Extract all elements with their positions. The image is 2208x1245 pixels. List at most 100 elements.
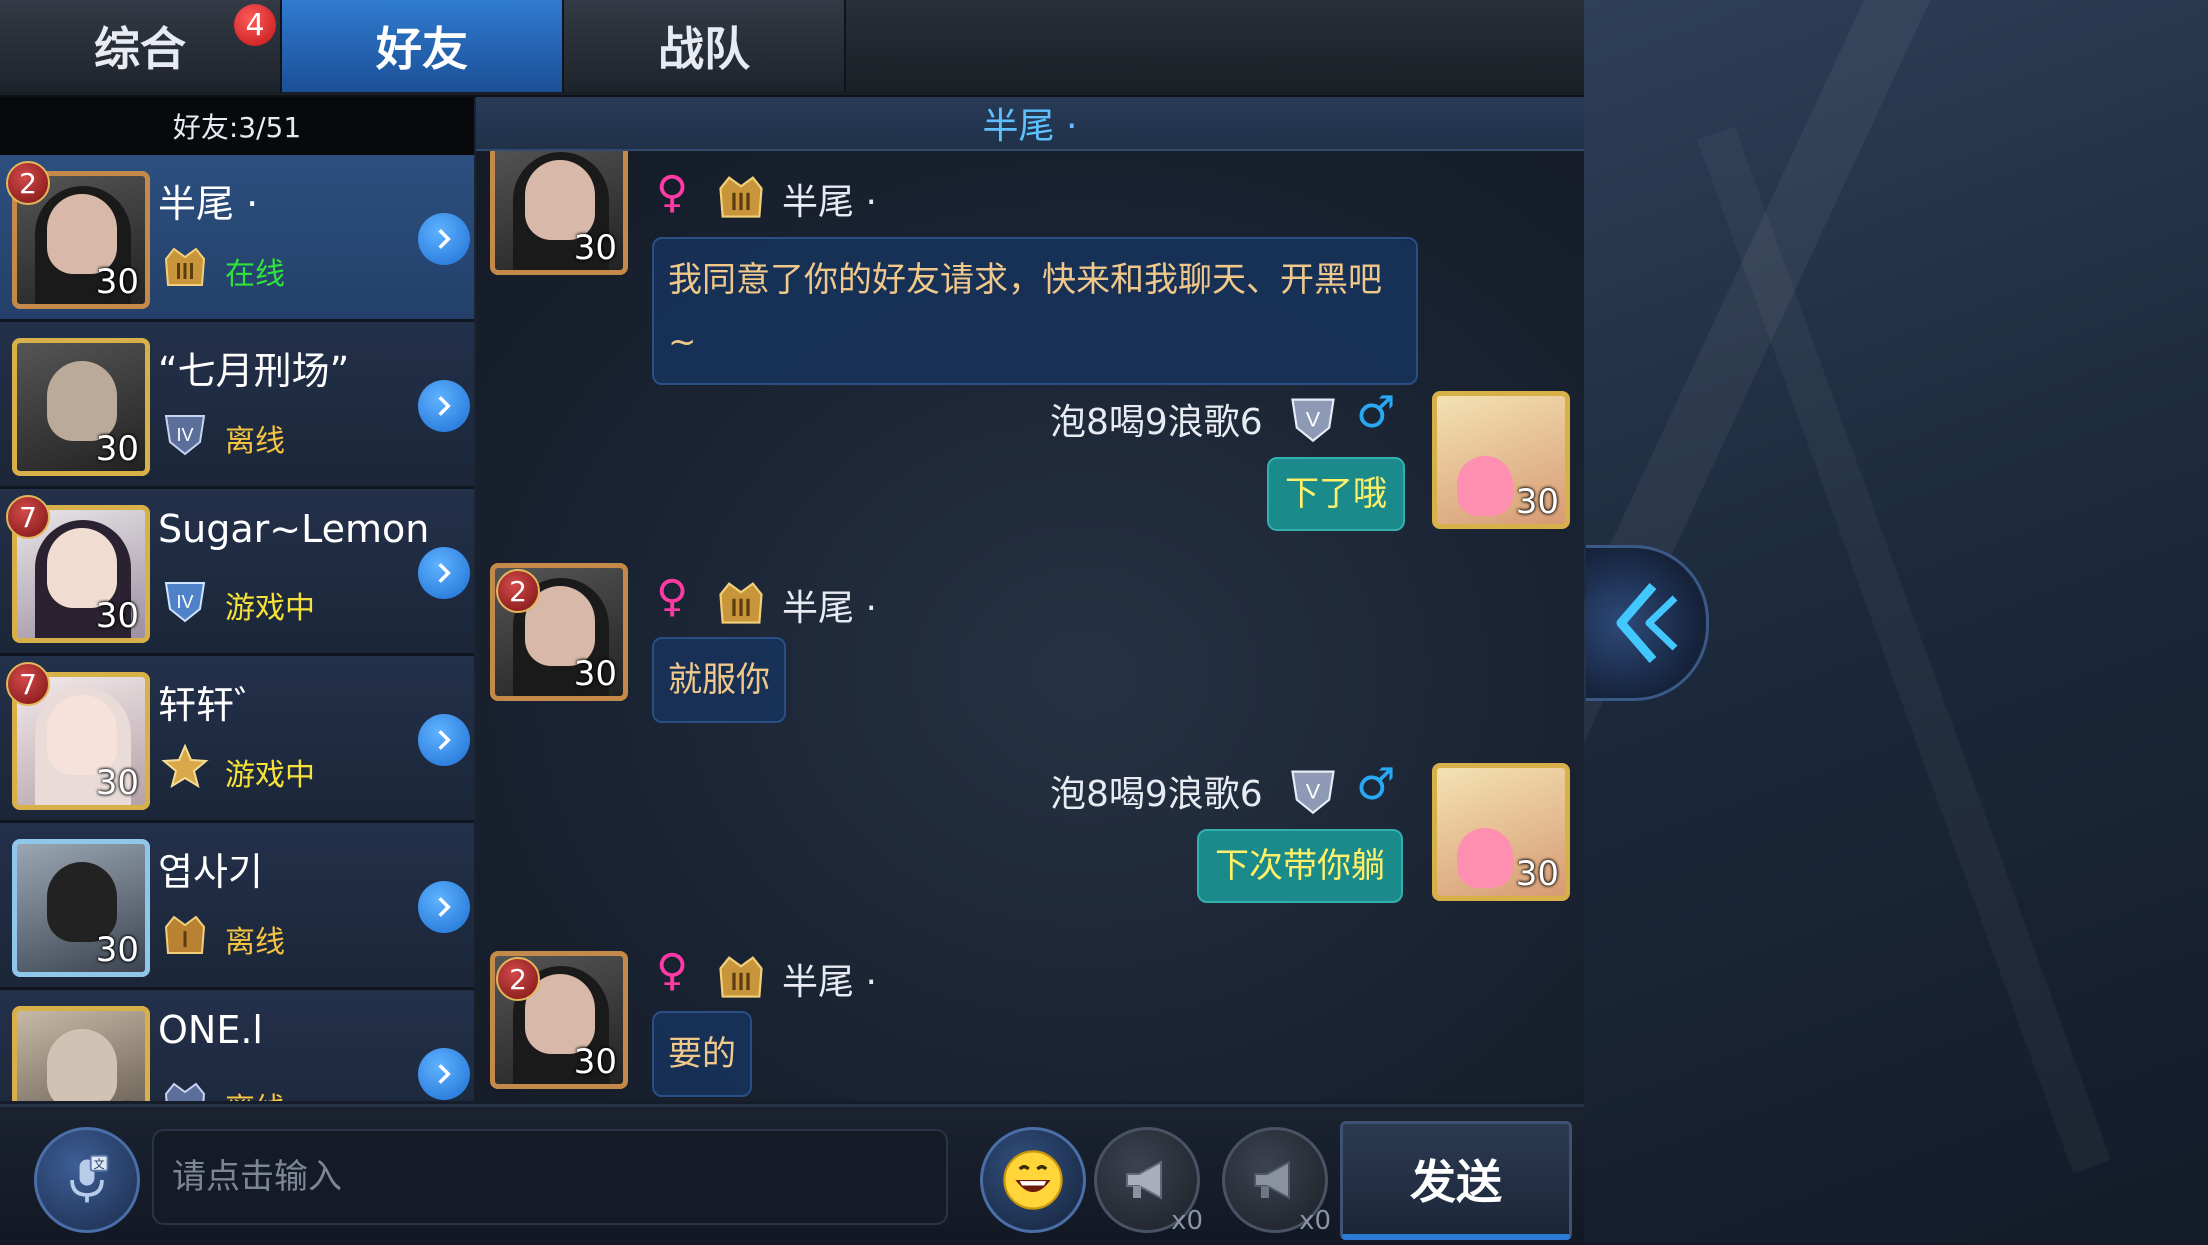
svg-text:文: 文 [94, 1157, 105, 1171]
status-text: 游戏中 [225, 758, 315, 793]
notification-badge: 4 [234, 4, 276, 46]
avatar: 30 [12, 338, 150, 476]
tab-label: 综合 [94, 22, 186, 76]
level-label: 30 [95, 262, 139, 302]
friend-name: Sugar~Lemon [158, 507, 430, 551]
message-bubble: 要的 [652, 1011, 752, 1097]
send-button[interactable]: 发送 [1340, 1121, 1572, 1240]
tier-crown-icon [164, 1082, 206, 1101]
sender-avatar[interactable]: 30 [1432, 763, 1572, 903]
sender-avatar[interactable]: 2 30 [490, 563, 630, 703]
chevron-right-icon[interactable] [418, 714, 470, 766]
chevron-right-icon[interactable] [418, 547, 470, 599]
status-text: 离线 [225, 1084, 285, 1101]
megaphone-icon [1254, 1160, 1290, 1200]
tier-shield-icon: V [1291, 770, 1335, 815]
double-chevron-left-icon [1616, 583, 1678, 663]
tab-bar: 综合 4 好友 战队 [0, 0, 1584, 98]
input-bar: 文 x0 x0 发送 [0, 1104, 1584, 1245]
rank-badge: 2 [496, 957, 540, 1001]
friend-name: ONE.l [158, 1008, 263, 1052]
tier-crown-icon [719, 956, 763, 998]
tier-shield-icon: IV [164, 582, 206, 623]
tab-team[interactable]: 战队 [564, 0, 846, 92]
status-text: 在线 [225, 257, 285, 292]
tier-crown-icon [164, 915, 206, 954]
sender-avatar[interactable]: 30 [490, 151, 630, 277]
tab-general[interactable]: 综合 4 [0, 0, 282, 92]
friend-item[interactable]: 7 30 Sugar~Lemon IV 游戏中 [0, 489, 474, 656]
sender-name: 泡8喝9浪歌6 [1050, 402, 1263, 443]
female-icon: ♀ [656, 167, 689, 218]
tier-crown-icon [719, 176, 763, 218]
tab-label: 好友 [376, 22, 468, 76]
sender-avatar[interactable]: 30 [1432, 391, 1572, 531]
avatar-face [1457, 828, 1513, 888]
friend-name: 엽사기 [158, 850, 263, 894]
horn-button[interactable]: x0 [1094, 1127, 1203, 1236]
tier-shield-icon: IV [164, 415, 206, 456]
tier-star-icon [161, 743, 209, 789]
message-bubble: 下了哦 [1267, 457, 1405, 531]
emoji-button[interactable] [980, 1127, 1086, 1233]
sender-name: 半尾 · [782, 182, 877, 223]
chevron-right-icon[interactable] [418, 380, 470, 432]
sender-avatar[interactable]: 2 30 [490, 951, 630, 1091]
level-label: 30 [573, 1042, 617, 1082]
rank-badge: 2 [6, 161, 50, 205]
tier-shield-icon: V [1291, 398, 1335, 443]
friend-name: 半尾 · [158, 182, 259, 226]
level-label: 30 [573, 654, 617, 694]
male-icon: ♂ [1356, 759, 1396, 810]
avatar: 30 [490, 151, 628, 275]
rank-badge: 7 [6, 495, 50, 539]
female-icon: ♀ [656, 571, 689, 622]
avatar: 30 [1432, 391, 1570, 529]
friend-item[interactable]: 30 엽사기 离线 [0, 823, 474, 990]
friend-list: 好友:3/51 2 30 半尾 · 在线 30 “七月刑场” IV 离线 7 3… [0, 97, 474, 1101]
level-label: 30 [1515, 854, 1559, 894]
friend-count: 好友:3/51 [0, 97, 474, 155]
megaphone-icon [1126, 1160, 1162, 1200]
status-text: 离线 [225, 925, 285, 960]
chat-messages: 30 ♀ 半尾 · 我同意了你的好友请求，快来和我聊天、开黑吧~ 泡8喝9浪歌6… [476, 151, 1584, 1101]
sender-name: 半尾 · [782, 962, 877, 1003]
friend-item[interactable]: 30 “七月刑场” IV 离线 [0, 322, 474, 489]
message-bubble: 我同意了你的好友请求，快来和我聊天、开黑吧~ [652, 237, 1418, 385]
avatar-face [1457, 456, 1513, 516]
level-label: 30 [96, 1097, 139, 1101]
male-icon: ♂ [1356, 387, 1396, 438]
svg-text:IV: IV [176, 592, 193, 612]
sender-name: 泡8喝9浪歌6 [1050, 774, 1263, 815]
svg-text:IV: IV [176, 425, 193, 445]
microphone-translate-icon: 文 [70, 1154, 109, 1203]
level-label: 30 [95, 429, 139, 469]
chevron-right-icon[interactable] [418, 881, 470, 933]
avatar: 30 [1432, 763, 1570, 901]
voice-input-button[interactable]: 文 [34, 1127, 140, 1233]
tab-label: 战队 [658, 22, 750, 76]
friend-name: “七月刑场” [158, 349, 350, 393]
svg-text:V: V [1306, 779, 1321, 804]
rank-badge: 2 [496, 569, 540, 613]
tab-friends[interactable]: 好友 [282, 0, 564, 92]
status-text: 游戏中 [225, 591, 315, 626]
rank-badge: 7 [6, 662, 50, 706]
avatar: 30 [12, 1006, 150, 1101]
chat-input[interactable] [152, 1129, 948, 1225]
sender-name: 半尾 · [782, 588, 877, 629]
chevron-right-icon[interactable] [418, 213, 470, 265]
horn-count: x0 [1299, 1206, 1331, 1236]
friend-item[interactable]: 30 ONE.l 离线 [0, 990, 474, 1101]
tier-crown-icon [164, 247, 206, 286]
level-label: 30 [95, 596, 139, 636]
friend-item[interactable]: 7 30 轩轩゛ 游戏中 [0, 656, 474, 823]
message-bubble: 下次带你躺 [1197, 829, 1403, 903]
friend-name: 轩轩゛ [158, 683, 273, 727]
level-label: 30 [95, 930, 139, 970]
avatar-face [47, 1029, 117, 1101]
svg-text:V: V [1306, 407, 1321, 432]
friend-item[interactable]: 2 30 半尾 · 在线 [0, 155, 474, 322]
loudspeaker-button[interactable]: x0 [1222, 1127, 1331, 1236]
chevron-right-icon[interactable] [418, 1048, 470, 1100]
